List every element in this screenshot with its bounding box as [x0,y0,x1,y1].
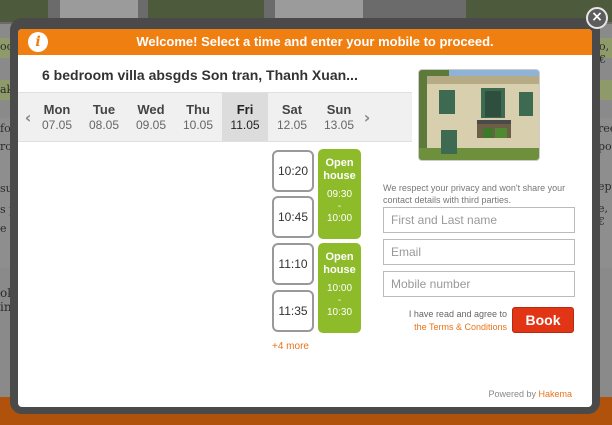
more-slots-link[interactable]: +4 more [272,341,309,352]
book-button[interactable]: Book [512,307,574,333]
brand-link[interactable]: Hakema [538,389,572,399]
background-text: ept [598,180,612,193]
open-house-end: 10:00 [326,213,353,224]
open-house-sep: - [337,295,342,306]
open-house-label: Open house [323,157,356,182]
open-house-start: 09:30 [326,189,353,200]
background-text: ree [598,122,612,135]
chevron-right-icon[interactable]: › [361,109,373,127]
day-date: 12.05 [276,118,308,132]
chevron-left-icon[interactable]: ‹ [22,109,34,127]
day-date: 09.05 [135,118,167,132]
day-tue[interactable]: Tue 08.05 [81,93,127,141]
booking-modal: i Welcome! Select a time and enter your … [18,29,592,407]
info-icon: i [28,32,48,52]
modal-title: Welcome! Select a time and enter your mo… [136,34,494,49]
day-date: 10.05 [182,118,214,132]
privacy-note: We respect your privacy and won't share … [383,183,566,205]
background-text: o,€ [599,40,610,66]
open-house-time: 10:00 - 10:30 [318,283,361,319]
day-sun[interactable]: Sun 13.05 [316,93,362,141]
modal-header: i Welcome! Select a time and enter your … [18,29,592,55]
close-icon[interactable]: × [586,7,608,29]
time-slot[interactable]: 11:35 [272,290,314,332]
open-house-time: 09:30 - 10:00 [318,189,361,225]
time-slot[interactable]: 11:10 [272,243,314,285]
day-selector: ‹ Mon 07.05 Tue 08.05 Wed 09.05 Thu 10.0… [18,92,412,142]
open-house-sep: - [337,201,342,212]
day-name: Sun [326,102,352,117]
property-photo-image [419,70,539,160]
day-thu[interactable]: Thu 10.05 [175,93,221,141]
open-house-slot[interactable]: Open house 10:00 - 10:30 [318,243,361,333]
background-text: pot [598,140,612,153]
property-photo [418,69,540,161]
day-name: Wed [137,102,165,117]
day-date: 13.05 [323,118,355,132]
open-house-slot[interactable]: Open house 09:30 - 10:00 [318,149,361,239]
day-fri[interactable]: Fri 11.05 [222,93,268,141]
day-date: 07.05 [41,118,73,132]
mobile-field[interactable] [383,271,575,297]
day-name: Mon [43,102,71,117]
powered-by-text: Powered by [488,389,536,399]
day-wed[interactable]: Wed 09.05 [128,93,174,141]
time-slot[interactable]: 10:45 [272,196,314,238]
open-house-end: 10:30 [326,307,353,318]
day-mon[interactable]: Mon 07.05 [34,93,80,141]
background-price-bar [600,80,612,100]
name-field[interactable] [383,207,575,233]
powered-by: Powered by Hakema [488,389,572,399]
day-sat[interactable]: Sat 12.05 [269,93,315,141]
background-text: e,€ [598,202,609,228]
day-name: Sat [281,102,303,117]
day-date: 11.05 [230,118,260,132]
day-name: Tue [92,102,116,117]
terms-agreement: I have read and agree to the Terms & Con… [373,308,507,334]
day-name: Thu [186,102,210,117]
time-slot[interactable]: 10:20 [272,150,314,192]
day-name: Fri [236,102,254,117]
open-house-label: Open house [323,251,356,276]
day-date: 08.05 [88,118,120,132]
terms-text: I have read and agree to [408,309,507,319]
email-field[interactable] [383,239,575,265]
property-title: 6 bedroom villa absgds Son tran, Thanh X… [42,67,358,83]
terms-link[interactable]: the Terms & Conditions [414,322,507,332]
open-house-start: 10:00 [326,283,353,294]
